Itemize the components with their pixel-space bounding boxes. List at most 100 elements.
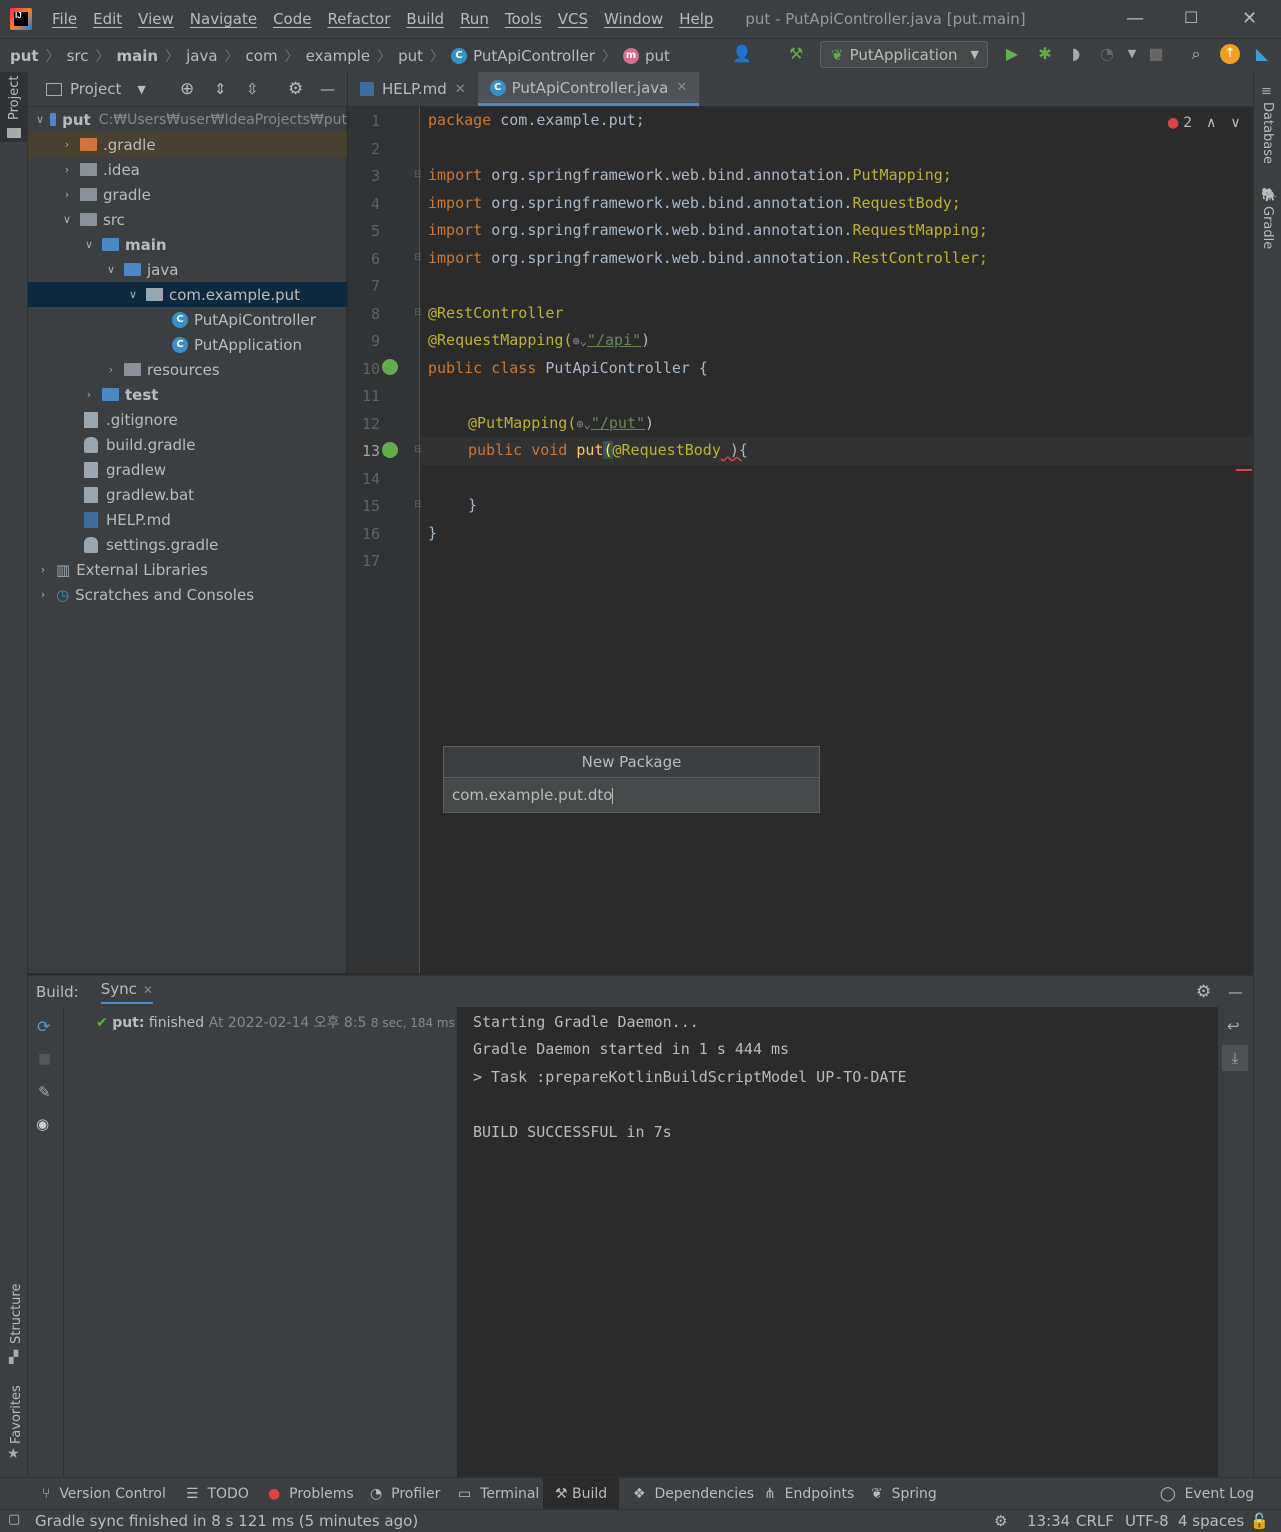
gradle-tool-label[interactable]: Gradle — [1260, 206, 1275, 249]
tree-item-help-md[interactable]: HELP.md — [28, 507, 347, 532]
locate-icon[interactable]: ⊕ — [180, 79, 194, 99]
tree-item-build-gradle[interactable]: build.gradle — [28, 432, 347, 457]
menu-run[interactable]: Run — [452, 10, 497, 28]
run-configuration-select[interactable]: ❦ PutApplication ▼ — [820, 41, 988, 68]
tab-spring[interactable]: ❦ Spring — [871, 1478, 937, 1510]
tree-item-main[interactable]: ∨ main — [28, 232, 347, 257]
tab-terminal[interactable]: ▭ Terminal — [458, 1478, 539, 1510]
code-editor[interactable]: package com.example.put; import org.spri… — [421, 107, 1253, 973]
menu-help[interactable]: Help — [671, 10, 721, 28]
menu-view[interactable]: View — [130, 10, 182, 28]
tree-item-gitignore[interactable]: .gitignore — [28, 407, 347, 432]
globe-icon[interactable]: ⊕⌄ — [573, 334, 587, 348]
user-icon[interactable]: 👤 — [732, 44, 752, 64]
update-icon[interactable]: ↑ — [1220, 44, 1240, 64]
breadcrumb-src[interactable]: src 〉 — [67, 46, 117, 66]
search-icon[interactable]: ⌕ — [1186, 44, 1206, 64]
stop-icon[interactable]: ■ — [1146, 44, 1166, 64]
status-message[interactable]: Gradle sync finished in 8 s 121 ms (5 mi… — [35, 1512, 418, 1530]
chevron-down-icon[interactable]: ∨ — [1230, 115, 1240, 131]
expand-all-icon[interactable]: ⇕ — [214, 80, 227, 98]
breadcrumb-put[interactable]: put 〉 — [10, 46, 67, 66]
hide-icon[interactable]: — — [320, 80, 335, 98]
soft-wrap-icon[interactable]: ↩ — [1227, 1017, 1240, 1035]
tree-item-external-libraries[interactable]: › ▥ External Libraries — [28, 557, 347, 582]
endpoint-gutter-icon[interactable] — [382, 359, 398, 375]
menu-tools[interactable]: Tools — [497, 10, 550, 28]
tree-item-idea[interactable]: › .idea — [28, 157, 347, 182]
menu-build[interactable]: Build — [398, 10, 452, 28]
pin-icon[interactable]: ✎ — [38, 1083, 51, 1101]
file-encoding[interactable]: UTF-8 — [1125, 1512, 1169, 1530]
tree-item-gradlew-bat[interactable]: gradlew.bat — [28, 482, 347, 507]
chevron-down-icon[interactable]: ▼ — [137, 83, 145, 96]
tree-item-gradle[interactable]: › gradle — [28, 182, 347, 207]
tab-build[interactable]: ⚒ Build — [543, 1478, 620, 1510]
build-tree-item[interactable]: ✔ put: finished At 2022-02-14 오후 8:5 8 s… — [96, 1012, 455, 1032]
breadcrumb-put-pkg[interactable]: put 〉 — [398, 46, 451, 66]
endpoint-gutter-icon[interactable] — [382, 442, 398, 458]
tree-item-resources[interactable]: › resources — [28, 357, 347, 382]
breadcrumb-com[interactable]: com 〉 — [246, 46, 306, 66]
menu-code[interactable]: Code — [265, 10, 319, 28]
menu-navigate[interactable]: Navigate — [182, 10, 265, 28]
hide-icon[interactable]: — — [1228, 983, 1243, 1001]
error-indicator[interactable]: ● 2 ∧ ∨ — [1167, 115, 1241, 131]
tab-putapicontroller[interactable]: C PutApiController.java ✕ — [477, 72, 700, 106]
eye-icon[interactable]: ◉ — [36, 1115, 49, 1133]
breadcrumb-main[interactable]: main 〉 — [117, 46, 187, 66]
minimize-icon[interactable]: — — [1126, 8, 1144, 29]
close-window-icon[interactable]: ✕ — [1242, 8, 1257, 29]
chevron-up-icon[interactable]: ∧ — [1206, 115, 1216, 131]
menu-refactor[interactable]: Refactor — [319, 10, 398, 28]
gear-icon[interactable]: ⚙ — [1196, 982, 1211, 1002]
tab-dependencies[interactable]: ❖ Dependencies — [633, 1478, 754, 1510]
globe-icon[interactable]: ⊕⌄ — [576, 417, 590, 431]
menu-edit[interactable]: Edit — [85, 10, 130, 28]
tree-item-src[interactable]: ∨ src — [28, 207, 347, 232]
more-run-chevron-icon[interactable]: ▼ — [1122, 44, 1142, 64]
database-tool-label[interactable]: Database — [1260, 102, 1275, 164]
collapse-all-icon[interactable]: ⇳ — [246, 80, 259, 98]
build-hammer-icon[interactable]: ⚒ — [786, 44, 806, 64]
debug-icon[interactable]: ✱ — [1035, 44, 1055, 64]
tree-item-putapicontroller[interactable]: C PutApiController — [28, 307, 347, 332]
tab-endpoints[interactable]: ⋔ Endpoints — [764, 1478, 854, 1510]
tab-problems[interactable]: ● Problems — [268, 1478, 354, 1510]
tree-item-scratches[interactable]: › ◷ Scratches and Consoles — [28, 582, 347, 607]
tree-item-settings-gradle[interactable]: settings.gradle — [28, 532, 347, 557]
scroll-to-end-icon[interactable]: ⤓ — [1222, 1045, 1248, 1071]
tab-todo[interactable]: ☰ TODO — [186, 1478, 249, 1510]
tab-event-log[interactable]: ◯ Event Log — [1160, 1478, 1254, 1510]
error-stripe-marker[interactable] — [1236, 469, 1252, 471]
gear-icon[interactable]: ⚙ — [288, 79, 303, 99]
close-icon[interactable]: ✕ — [143, 983, 153, 997]
editor-gutter[interactable]: 1 2 3 4 5 6 7 8 9 10 11 12 13 14 15 16 1… — [348, 107, 422, 973]
tree-item-root[interactable]: ∨ put C:₩Users₩user₩IdeaProjects₩put — [28, 107, 347, 132]
breadcrumb-method[interactable]: m put — [622, 47, 670, 65]
indent-setting[interactable]: 4 spaces — [1178, 1512, 1244, 1530]
caret-position[interactable]: 13:34 — [1027, 1512, 1070, 1530]
tree-item-gradlew[interactable]: gradlew — [28, 457, 347, 482]
tab-help-md[interactable]: HELP.md ✕ — [348, 72, 478, 106]
close-icon[interactable]: ✕ — [455, 82, 466, 97]
tab-profiler[interactable]: ◔ Profiler — [370, 1478, 440, 1510]
run-icon[interactable]: ▶ — [1002, 44, 1022, 64]
menu-window[interactable]: Window — [596, 10, 671, 28]
tab-version-control[interactable]: ⑂ Version Control — [42, 1478, 166, 1510]
sync-icon[interactable]: ⟳ — [37, 1017, 50, 1036]
structure-tool-label[interactable]: Structure — [9, 1284, 24, 1344]
line-separator[interactable]: CRLF — [1076, 1512, 1114, 1530]
tree-item-test[interactable]: › test — [28, 382, 347, 407]
project-tool-button[interactable]: Project — [0, 72, 28, 142]
lock-icon[interactable]: 🔓 — [1250, 1512, 1269, 1530]
tab-sync[interactable]: Sync ✕ — [100, 980, 153, 1004]
menu-file[interactable]: File — [44, 10, 85, 28]
package-name-input[interactable]: com.example.put.dto — [444, 779, 819, 812]
layout-icon[interactable]: ▢ — [8, 1512, 20, 1527]
tree-item-putapplication[interactable]: C PutApplication — [28, 332, 347, 357]
breadcrumb-java[interactable]: java 〉 — [186, 46, 245, 66]
tree-item-package[interactable]: ∨ com.example.put — [28, 282, 347, 307]
stop-icon[interactable]: ■ — [38, 1051, 51, 1067]
plugin-icon[interactable]: ◣ — [1252, 44, 1272, 64]
